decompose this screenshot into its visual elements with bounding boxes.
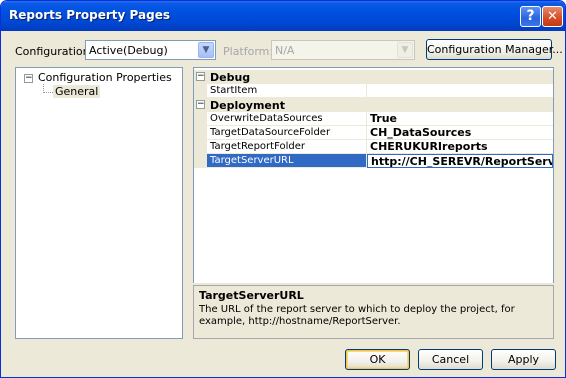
- property-value[interactable]: CHERUKURIreports: [367, 140, 553, 154]
- question-mark-icon[interactable]: ?: [520, 6, 541, 27]
- tree-connector: [43, 92, 53, 93]
- window-title: Reports Property Pages: [9, 8, 170, 22]
- property-value[interactable]: True: [367, 112, 553, 126]
- property-value[interactable]: CH_DataSources: [367, 126, 553, 140]
- property-name: StartItem: [207, 84, 367, 98]
- collapse-icon[interactable]: −: [24, 74, 33, 83]
- platform-label: Platform:: [223, 45, 274, 58]
- category-label: Deployment: [210, 99, 285, 112]
- property-name: TargetReportFolder: [207, 140, 367, 154]
- category-row-debug[interactable]: − Debug: [194, 70, 553, 84]
- property-value-input[interactable]: http://CH_SEREVR/ReportServer: [367, 154, 553, 168]
- configuration-value: Active(Debug): [89, 44, 168, 57]
- description-pane: TargetServerURL The URL of the report se…: [193, 285, 554, 339]
- platform-value: N/A: [275, 44, 295, 57]
- property-value[interactable]: [367, 84, 553, 98]
- description-title: TargetServerURL: [199, 289, 304, 302]
- category-tree[interactable]: − Configuration Properties General: [15, 67, 183, 339]
- chevron-down-icon[interactable]: ▼: [198, 42, 214, 58]
- property-row-targetdatasourcefolder[interactable]: TargetDataSourceFolder CH_DataSources: [194, 126, 553, 140]
- platform-dropdown: N/A ▼: [271, 40, 415, 60]
- property-row-overwritedatasources[interactable]: OverwriteDataSources True: [194, 112, 553, 126]
- configuration-dropdown[interactable]: Active(Debug) ▼: [85, 40, 216, 60]
- property-pages-dialog: Reports Property Pages ? ✕ Configuration…: [0, 0, 566, 378]
- property-row-targetserverurl[interactable]: TargetServerURL http://CH_SEREVR/ReportS…: [194, 154, 553, 168]
- tree-item-configuration-properties[interactable]: Configuration Properties: [38, 71, 172, 84]
- configuration-manager-button[interactable]: Configuration Manager...: [426, 39, 563, 60]
- property-name: TargetDataSourceFolder: [207, 126, 367, 140]
- category-label: Debug: [210, 71, 251, 84]
- ok-button[interactable]: OK: [345, 349, 410, 370]
- title-bar[interactable]: Reports Property Pages ? ✕: [1, 1, 565, 31]
- chevron-down-icon: ▼: [397, 42, 413, 58]
- property-name: OverwriteDataSources: [207, 112, 367, 126]
- configuration-label: Configuration:: [15, 45, 94, 58]
- cancel-button[interactable]: Cancel: [418, 349, 483, 370]
- property-grid[interactable]: − Debug StartItem − Deployment Overwrite…: [193, 67, 554, 283]
- category-row-deployment[interactable]: − Deployment: [194, 98, 553, 112]
- description-text: The URL of the report server to which to…: [199, 304, 515, 327]
- collapse-icon[interactable]: −: [196, 100, 205, 109]
- close-icon[interactable]: ✕: [542, 6, 563, 27]
- property-row-targetreportfolder[interactable]: TargetReportFolder CHERUKURIreports: [194, 140, 553, 154]
- collapse-icon[interactable]: −: [196, 72, 205, 81]
- property-name: TargetServerURL: [207, 154, 367, 168]
- property-row-startitem[interactable]: StartItem: [194, 84, 553, 98]
- apply-button[interactable]: Apply: [491, 349, 556, 370]
- tree-item-general[interactable]: General: [53, 85, 101, 98]
